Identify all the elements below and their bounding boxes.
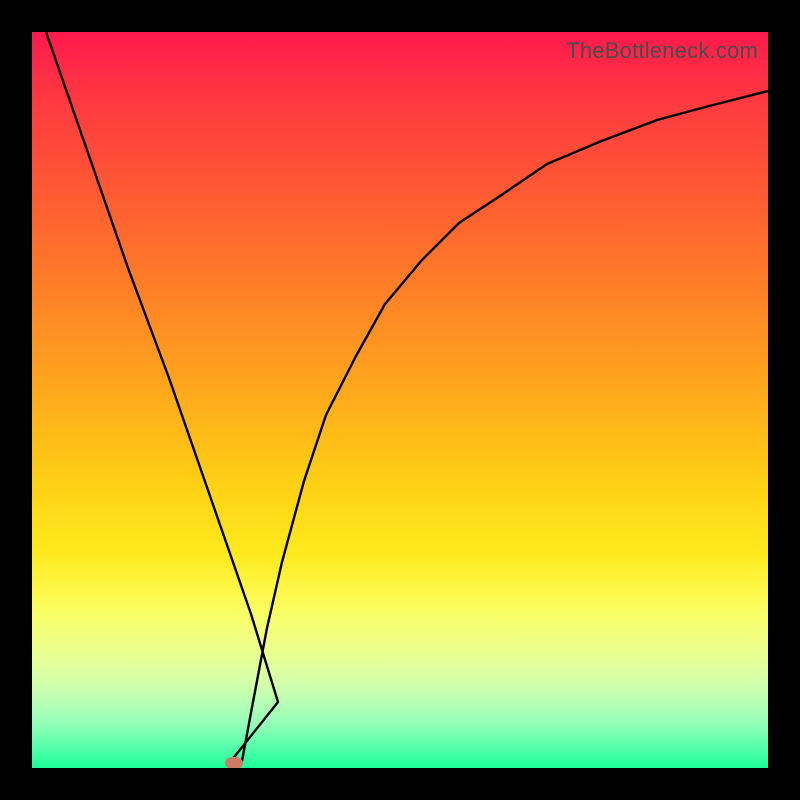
minimum-marker [225, 757, 243, 768]
watermark-label: TheBottleneck.com [566, 38, 758, 64]
curve-path [46, 32, 768, 765]
chart-frame: TheBottleneck.com [0, 0, 800, 800]
bottleneck-curve [32, 32, 768, 768]
plot-area: TheBottleneck.com [32, 32, 768, 768]
